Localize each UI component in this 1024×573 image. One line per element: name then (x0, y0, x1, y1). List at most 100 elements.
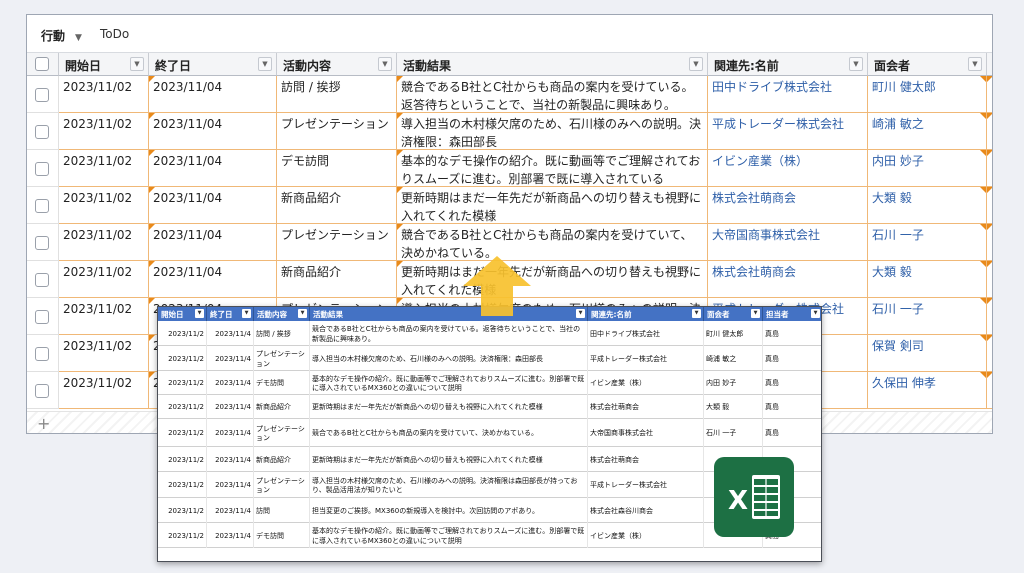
row-checkbox[interactable] (27, 76, 59, 113)
cell-related-name[interactable]: 田中ドライブ株式会社 (708, 76, 868, 113)
header-owner[interactable]: 担当者 (987, 53, 992, 76)
cell-activity-type[interactable]: 新商品紹介 (277, 187, 397, 224)
cell-activity-result[interactable]: 導入担当の木村様欠席のため、石川様のみへの説明。決済権限：森田部長 (397, 113, 708, 150)
cell-start-date[interactable]: 2023/11/02 (59, 187, 149, 224)
cell-owner[interactable] (987, 261, 992, 298)
header-end-date[interactable]: 終了日 ▼ (149, 53, 277, 76)
column-menu-icon[interactable]: ▼ (968, 57, 982, 71)
cell-owner[interactable] (987, 76, 992, 113)
cell-start-date[interactable]: 2023/11/02 (59, 372, 149, 409)
cell-contact[interactable]: 久保田 伸孝 (868, 372, 987, 409)
excel-cell-activity-type: 訪問 (254, 498, 310, 523)
cell-start-date[interactable]: 2023/11/02 (59, 113, 149, 150)
row-checkbox[interactable] (27, 150, 59, 187)
excel-cell-activity-result: 基本的なデモ操作の紹介。既に動画等でご理解されておりスムーズに進む。別部署で既に… (310, 523, 588, 548)
cell-related-name[interactable]: 平成トレーダー株式会社 (708, 113, 868, 150)
cell-activity-result[interactable]: 更新時期はまだ一年先だが新商品への切り替えも視野に入れてくれた模様 (397, 261, 708, 298)
header-activity-result[interactable]: 活動結果 ▼ (397, 53, 708, 76)
cell-start-date[interactable]: 2023/11/02 (59, 335, 149, 372)
cell-activity-result[interactable]: 更新時期はまだ一年先だが新商品への切り替えも視野に入れてくれた模様 (397, 187, 708, 224)
checkbox-box[interactable] (35, 310, 49, 324)
cell-contact[interactable]: 内田 妙子 (868, 150, 987, 187)
tab-activity[interactable]: 行動 ▼ (41, 27, 82, 44)
cell-start-date[interactable]: 2023/11/02 (59, 150, 149, 187)
excel-filter-icon: ▼ (811, 309, 820, 318)
select-all-checkbox[interactable] (27, 53, 59, 76)
cell-end-date[interactable]: 2023/11/04 (149, 113, 277, 150)
cell-start-date[interactable]: 2023/11/02 (59, 298, 149, 335)
checkbox-box[interactable] (35, 125, 49, 139)
header-activity-type[interactable]: 活動内容 ▼ (277, 53, 397, 76)
excel-cell-activity-result: 導入担当の木村様欠席のため、石川様のみへの説明。決済権限は森田部長が持っており、… (310, 472, 588, 498)
cell-start-date[interactable]: 2023/11/02 (59, 224, 149, 261)
row-checkbox[interactable] (27, 335, 59, 372)
cell-owner[interactable] (987, 150, 992, 187)
checkbox-box[interactable] (35, 57, 49, 71)
cell-end-date[interactable]: 2023/11/04 (149, 76, 277, 113)
cell-contact[interactable]: 石川 一子 (868, 298, 987, 335)
cell-end-date[interactable]: 2023/11/04 (149, 224, 277, 261)
row-checkbox[interactable] (27, 372, 59, 409)
cell-owner[interactable] (987, 298, 992, 335)
excel-header-label: 面会者 (707, 310, 730, 319)
cell-contact[interactable]: 保賀 剣司 (868, 335, 987, 372)
cell-related-name[interactable]: 株式会社萌商会 (708, 261, 868, 298)
excel-cell-owner: 真島 (763, 346, 821, 371)
cell-related-name[interactable]: 株式会社萌商会 (708, 187, 868, 224)
checkbox-box[interactable] (35, 162, 49, 176)
row-checkbox[interactable] (27, 113, 59, 150)
cell-related-name[interactable]: イビン産業（株） (708, 150, 868, 187)
excel-cell-end-date: 2023/11/4 (207, 447, 254, 472)
cell-activity-type[interactable]: 新商品紹介 (277, 261, 397, 298)
cell-owner[interactable] (987, 335, 992, 372)
cell-start-date[interactable]: 2023/11/02 (59, 261, 149, 298)
header-related-name[interactable]: 関連先:名前 ▼ (708, 53, 868, 76)
column-menu-icon[interactable]: ▼ (849, 57, 863, 71)
tab-dropdown-icon[interactable]: ▼ (75, 33, 82, 43)
cell-activity-result[interactable]: 基本的なデモ操作の紹介。既に動画等でご理解されておりスムーズに進む。別部署で既に… (397, 150, 708, 187)
column-menu-icon[interactable]: ▼ (689, 57, 703, 71)
cell-start-date[interactable]: 2023/11/02 (59, 76, 149, 113)
checkbox-box[interactable] (35, 88, 49, 102)
checkbox-box[interactable] (35, 199, 49, 213)
cell-end-date[interactable]: 2023/11/04 (149, 261, 277, 298)
row-checkbox[interactable] (27, 298, 59, 335)
column-menu-icon[interactable]: ▼ (258, 57, 272, 71)
cell-activity-type[interactable]: プレゼンテーション (277, 224, 397, 261)
header-start-date[interactable]: 開始日 ▼ (59, 53, 149, 76)
row-checkbox[interactable] (27, 261, 59, 298)
column-menu-icon[interactable]: ▼ (130, 57, 144, 71)
cell-owner[interactable] (987, 113, 992, 150)
cell-activity-result[interactable]: 競合であるB社とC社からも商品の案内を受けている。返答待ちということで、当社の新… (397, 76, 708, 113)
table-row[interactable]: 2023/11/02 2023/11/04 デモ訪問 基本的なデモ操作の紹介。既に動画… (27, 150, 992, 187)
tab-todo[interactable]: ToDo (100, 27, 129, 41)
cell-contact[interactable]: 大類 毅 (868, 187, 987, 224)
column-menu-icon[interactable]: ▼ (378, 57, 392, 71)
cell-end-date[interactable]: 2023/11/04 (149, 150, 277, 187)
add-row-icon[interactable]: + (37, 414, 50, 433)
table-row[interactable]: 2023/11/02 2023/11/04 訪問 / 挨拶 競合であるB社とC社からも… (27, 76, 992, 113)
table-row[interactable]: 2023/11/022023/11/04プレゼンテーション導入担当の木村様欠席の… (27, 113, 992, 150)
row-checkbox[interactable] (27, 187, 59, 224)
cell-end-date[interactable]: 2023/11/04 (149, 187, 277, 224)
checkbox-box[interactable] (35, 384, 49, 398)
row-checkbox[interactable] (27, 224, 59, 261)
checkbox-box[interactable] (35, 347, 49, 361)
cell-contact[interactable]: 大類 毅 (868, 261, 987, 298)
checkbox-box[interactable] (35, 273, 49, 287)
cell-owner[interactable] (987, 372, 992, 409)
cell-activity-type[interactable]: デモ訪問 (277, 150, 397, 187)
checkbox-box[interactable] (35, 236, 49, 250)
table-row[interactable]: 2023/11/02 2023/11/04 新商品紹介 更新時期はまだ一年先だが新商品… (27, 187, 992, 224)
cell-related-name[interactable]: 大帝国商事株式会社 (708, 224, 868, 261)
cell-activity-type[interactable]: 訪問 / 挨拶 (277, 76, 397, 113)
cell-activity-result[interactable]: 競合であるB社とC社からも商品の案内を受けていて、決めかねている。 (397, 224, 708, 261)
header-contact[interactable]: 面会者 ▼ (868, 53, 987, 76)
cell-activity-type[interactable]: プレゼンテーション (277, 113, 397, 150)
cell-owner[interactable] (987, 187, 992, 224)
excel-cell-end-date: 2023/11/4 (207, 321, 254, 346)
cell-contact[interactable]: 崎浦 敏之 (868, 113, 987, 150)
cell-owner[interactable] (987, 224, 992, 261)
cell-contact[interactable]: 石川 一子 (868, 224, 987, 261)
cell-contact[interactable]: 町川 健太郎 (868, 76, 987, 113)
